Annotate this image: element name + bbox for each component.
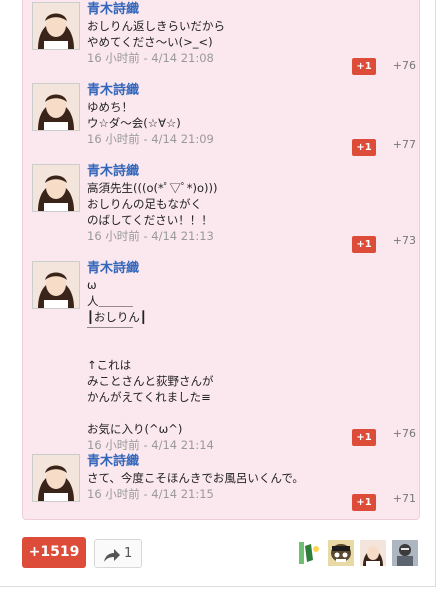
avatar[interactable]	[32, 83, 80, 131]
plus-one-count: +76	[392, 427, 416, 440]
plus-one-button[interactable]: +1	[352, 139, 376, 156]
comment-text-line: やめてくださ〜い(>_<)	[87, 35, 213, 49]
comment-item: 青木詩織 おしりん返しきらいだから やめてくださ〜い(>_<) 16 小时前 -…	[32, 2, 416, 75]
comment-text-line: ↑これは	[87, 358, 132, 372]
plus-one-count: +77	[392, 138, 416, 151]
comment-text-line: ω	[87, 278, 97, 292]
plus-one-count: +73	[392, 234, 416, 247]
author-name[interactable]: 青木詩織	[87, 83, 416, 99]
avatar[interactable]	[32, 454, 80, 502]
comment-text-line: さて、今度こそほんきでお風呂いくんで。	[87, 471, 304, 485]
plusser-avatar[interactable]	[328, 540, 354, 566]
author-name[interactable]: 青木詩織	[87, 454, 416, 470]
author-name[interactable]: 青木詩織	[87, 2, 416, 18]
comment-item: 青木詩織 さて、今度こそほんきでお風呂いくんで。 16 小时前 - 4/14 2…	[32, 454, 416, 514]
comment-text-line: かんがえてくれました≡	[87, 390, 211, 404]
comment-text-line	[87, 341, 416, 357]
avatar[interactable]	[32, 164, 80, 212]
plusser-avatar[interactable]	[296, 540, 322, 566]
plus-one-button[interactable]: +1	[352, 429, 376, 446]
author-name[interactable]: 青木詩織	[87, 164, 416, 180]
comment-text-line: 高須先生(((o(*ﾟ▽ﾟ*)o)))	[87, 181, 218, 195]
comment-text-line: ┃おしりん┃	[87, 310, 147, 324]
share-arrow-icon	[103, 546, 121, 573]
comment-text-line	[87, 405, 416, 421]
plusser-avatar[interactable]	[392, 540, 418, 566]
comment-text-line: のばしてください！！！	[87, 213, 213, 227]
plus-one-count: +76	[392, 59, 416, 72]
plus-one-button[interactable]: +1	[352, 494, 376, 511]
comment-text-line: 人＿＿＿	[87, 294, 133, 308]
plus-one-button[interactable]: +1	[352, 236, 376, 253]
avatar[interactable]	[32, 261, 80, 309]
author-name[interactable]: 青木詩織	[87, 261, 416, 277]
comment-body: 青木詩織 高須先生(((o(*ﾟ▽ﾟ*)o))) おしりんの足もながく のばして…	[87, 164, 416, 244]
comment-body: 青木詩織 ゆめち！ ウ☆ダ〜会(☆∀☆) 16 小时前 - 4/14 21:09	[87, 83, 416, 147]
plus-one-button[interactable]: +1	[352, 58, 376, 75]
comment-text-line: みことさんと荻野さんが	[87, 374, 214, 388]
plusser-avatar[interactable]	[360, 540, 386, 566]
comment-body: 青木詩織 ω 人＿＿＿ ┃おしりん┃ ￣￣￣￣ ↑これは みことさんと荻野さんが…	[87, 261, 416, 453]
comment-text-line: おしりんの足もながく	[87, 197, 202, 211]
comment-item: 青木詩織 ゆめち！ ウ☆ダ〜会(☆∀☆) 16 小时前 - 4/14 21:09…	[32, 83, 416, 156]
plus-one-count: +71	[392, 492, 416, 505]
share-button[interactable]: 1	[94, 539, 142, 568]
comment-text-line: ウ☆ダ〜会(☆∀☆)	[87, 116, 181, 130]
share-count: 1	[124, 546, 133, 561]
comment-text-line: おしりん返しきらいだから	[87, 19, 225, 33]
comment-text-line: ゆめち！	[87, 100, 133, 114]
comment-item: 青木詩織 ω 人＿＿＿ ┃おしりん┃ ￣￣￣￣ ↑これは みことさんと荻野さんが…	[32, 261, 416, 452]
plus-one-total-button[interactable]: +1519	[22, 537, 86, 568]
comment-item: 青木詩織 高須先生(((o(*ﾟ▽ﾟ*)o))) おしりんの足もながく のばして…	[32, 164, 416, 254]
avatar[interactable]	[32, 2, 80, 50]
comment-body: 青木詩織 おしりん返しきらいだから やめてくださ〜い(>_<) 16 小时前 -…	[87, 2, 416, 66]
comment-text-line: ￣￣￣￣	[87, 326, 133, 340]
